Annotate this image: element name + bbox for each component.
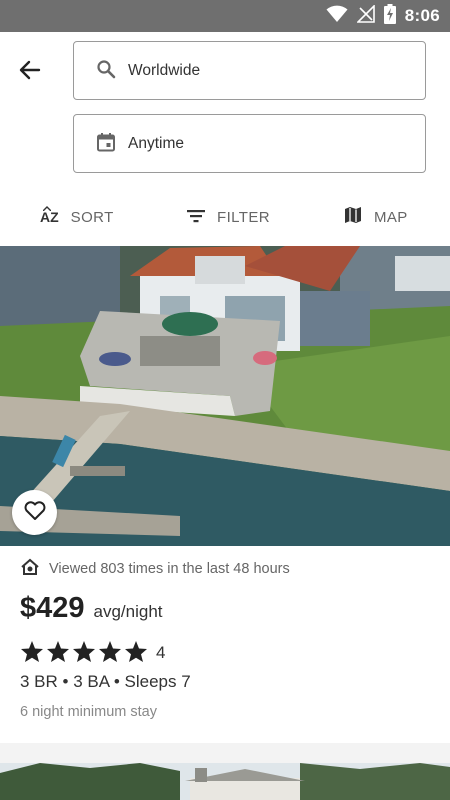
star-icon [124,640,148,667]
filter-icon [187,208,205,227]
price: $429 [20,592,85,624]
next-listing-photo[interactable] [0,763,450,800]
star-icon [46,640,70,667]
listing-details: 3 BR • 3 BA • Sleeps 7 [20,672,191,691]
minimum-stay: 6 night minimum stay [20,704,157,720]
sort-az-icon: AZ [40,206,59,225]
signal-icon [355,4,375,27]
dates-value: Anytime [128,134,184,152]
star-icon [98,640,122,667]
price-unit: avg/night [93,602,163,621]
favorite-button[interactable] [12,490,57,535]
location-search-field[interactable]: Worldwide [73,41,426,100]
house-eye-icon [20,558,40,580]
sort-button[interactable]: AZ SORT [40,195,114,239]
map-label: MAP [374,208,408,226]
status-icons: 8:06 [326,4,440,28]
house-photo-illustration [0,246,450,546]
listing-divider [0,743,450,763]
map-icon [344,206,362,228]
dates-field[interactable]: Anytime [73,114,426,173]
sort-filter-map-toolbar: AZ SORT FILTER MAP [0,195,450,239]
review-count: 4 [156,643,166,662]
price-row: $429 avg/night [20,592,163,632]
battery-charging-icon [383,4,396,28]
filter-button[interactable]: FILTER [187,195,270,239]
search-icon [96,59,116,83]
star-icon [20,640,44,667]
status-bar: 8:06 [0,0,450,32]
listing-photo[interactable] [0,246,450,546]
heart-outline-icon [24,500,46,525]
calendar-icon [96,132,116,156]
arrow-back-icon [18,58,42,86]
rating-row: 4 [20,640,165,666]
status-time: 8:06 [404,6,440,25]
filter-label: FILTER [217,208,270,226]
map-button[interactable]: MAP [344,195,408,239]
sort-label: SORT [70,208,114,226]
viewed-text: Viewed 803 times in the last 48 hours [49,561,290,577]
location-value: Worldwide [128,61,201,79]
star-icon [72,640,96,667]
wifi-icon [326,5,348,27]
next-house-photo-illustration [0,763,450,800]
star-rating [20,640,148,667]
viewed-count-row: Viewed 803 times in the last 48 hours [20,557,290,581]
back-button[interactable] [10,52,50,92]
